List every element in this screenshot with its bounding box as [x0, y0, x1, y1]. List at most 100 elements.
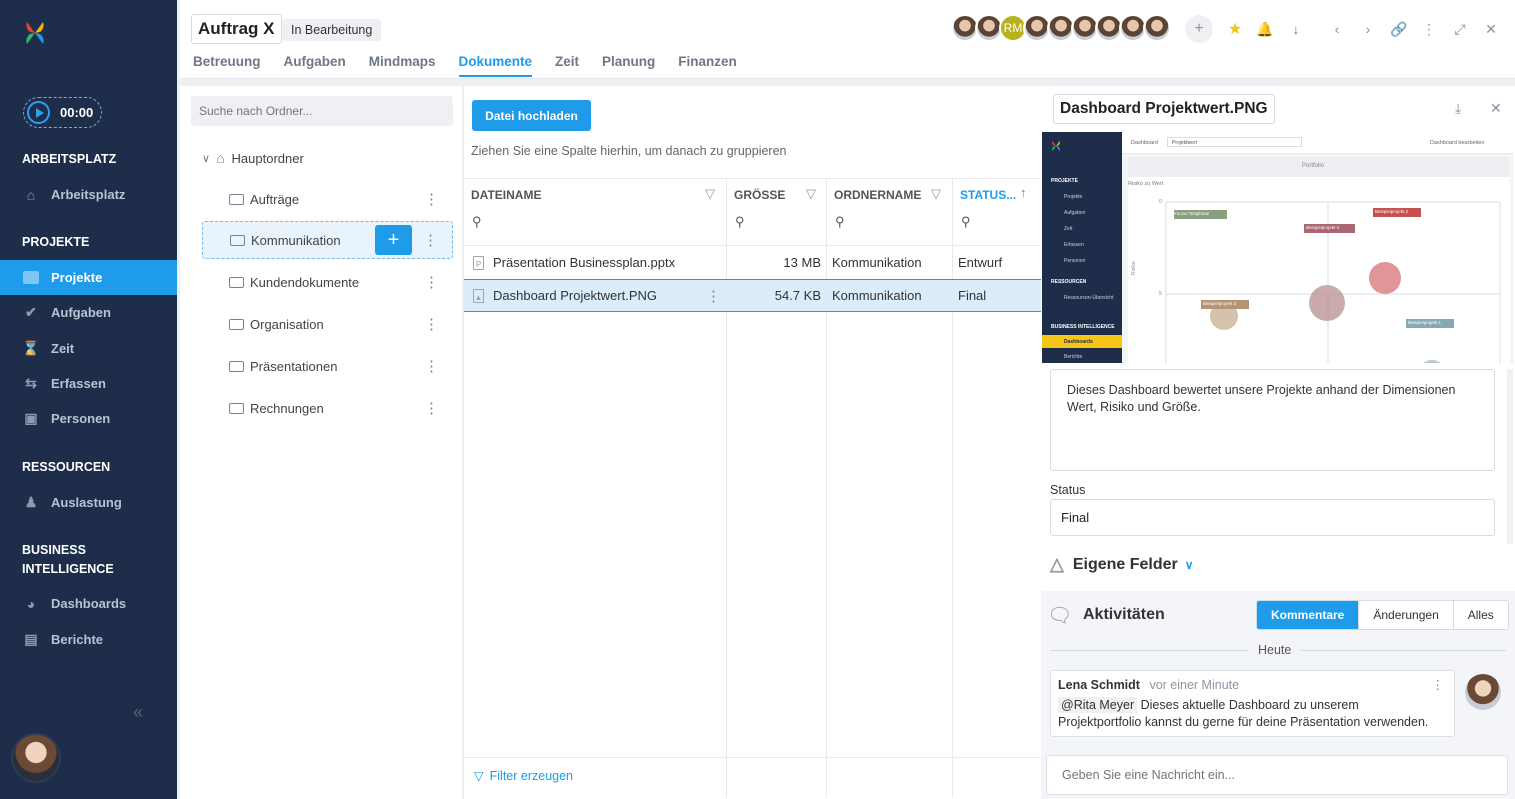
sort-ascending-icon[interactable]: ↑ — [1020, 185, 1027, 200]
column-header-groesse[interactable]: GRÖSSE — [734, 181, 785, 209]
sidebar-item-zeit[interactable]: ⌛ Zeit — [0, 331, 177, 366]
tab-planung[interactable]: Planung — [602, 54, 655, 77]
app-logo-icon[interactable] — [24, 20, 46, 46]
avatar[interactable] — [1465, 674, 1501, 710]
search-icon[interactable]: ⚲ — [961, 214, 971, 230]
custom-fields-toggle[interactable]: △ Eigene Felder ∨ — [1050, 554, 1194, 575]
sidebar-item-auslastung[interactable]: ♟ Auslastung — [0, 485, 177, 520]
folder-label: Kundendokumente — [250, 274, 360, 290]
root-folder[interactable]: ∨ ⌂ Hauptordner — [202, 150, 304, 166]
user-avatar[interactable] — [11, 733, 61, 783]
document-description[interactable]: Dieses Dashboard bewertet unsere Projekt… — [1050, 369, 1495, 471]
sidebar-item-label: Auslastung — [51, 495, 122, 510]
folder-icon — [229, 360, 244, 372]
play-icon[interactable] — [27, 101, 50, 124]
more-vertical-icon[interactable]: ⋮ — [1432, 677, 1445, 694]
member-avatars[interactable]: RM — [951, 14, 1171, 42]
pptx-file-icon: P — [473, 255, 484, 270]
tab-kommentare[interactable]: Kommentare — [1257, 601, 1359, 629]
more-vertical-icon[interactable]: ⋮ — [424, 359, 439, 374]
folder-item-auftraege[interactable]: Aufträge ⋮ — [202, 180, 453, 218]
time-tracker[interactable]: 00:00 — [23, 97, 102, 128]
preview-nav-item: Zeit — [1064, 226, 1073, 232]
folder-item-praesentationen[interactable]: Präsentationen ⋮ — [202, 347, 453, 385]
message-input[interactable] — [1046, 755, 1508, 795]
chevron-down-icon[interactable]: ∨ — [202, 152, 210, 165]
search-icon[interactable]: ⚲ — [735, 214, 745, 230]
table-row[interactable]: P Präsentation Businessplan.pptx — [473, 246, 675, 279]
tab-mindmaps[interactable]: Mindmaps — [369, 54, 436, 77]
sidebar-item-aufgaben[interactable]: ✔ Aufgaben — [0, 295, 177, 330]
comment-author[interactable]: Lena Schmidt — [1058, 678, 1140, 692]
more-vertical-icon[interactable]: ⋮ — [1415, 15, 1443, 43]
add-subfolder-button[interactable]: + — [375, 225, 412, 255]
folder-item-kundendokumente[interactable]: Kundendokumente ⋮ — [202, 263, 453, 301]
folder-icon — [22, 270, 40, 286]
tab-finanzen[interactable]: Finanzen — [678, 54, 737, 77]
close-icon[interactable]: ✕ — [1477, 15, 1505, 43]
group-drop-zone[interactable]: Ziehen Sie eine Spalte hierhin, um danac… — [471, 144, 787, 158]
scrollbar[interactable] — [1507, 369, 1513, 544]
status-field[interactable]: Final — [1050, 499, 1495, 536]
collapse-icon[interactable]: ⤢ — [1446, 15, 1474, 43]
more-vertical-icon[interactable]: ⋮ — [424, 275, 439, 290]
table-row[interactable]: ▲ Dashboard Projektwert.PNG — [473, 279, 657, 312]
more-vertical-icon[interactable]: ⋮ — [706, 287, 721, 305]
folder-item-organisation[interactable]: Organisation ⋮ — [202, 305, 453, 343]
file-status: Final — [958, 288, 987, 303]
sidebar-item-dashboards[interactable]: ◕ Dashboards — [0, 586, 177, 621]
tab-aufgaben[interactable]: Aufgaben — [284, 54, 346, 77]
sidebar-item-personen[interactable]: ▣ Personen — [0, 401, 177, 436]
collapse-sidebar-icon[interactable]: « — [133, 702, 143, 723]
document-title[interactable]: Dashboard Projektwert.PNG — [1053, 94, 1275, 124]
column-header-dateiname[interactable]: DATEINAME — [471, 181, 541, 209]
search-icon[interactable]: ⚲ — [472, 214, 482, 230]
transfer-icon: ⇆ — [25, 375, 37, 391]
more-vertical-icon[interactable]: ⋮ — [424, 192, 439, 207]
image-preview[interactable]: PROJEKTE Projekte Aufgaben Zeit Erfassen… — [1042, 132, 1514, 363]
upload-file-button[interactable]: Datei hochladen — [472, 100, 591, 131]
folder-item-kommunikation[interactable]: Kommunikation + ⋮ — [202, 221, 453, 259]
chevron-left-icon[interactable]: ‹ — [1323, 15, 1351, 43]
column-header-status[interactable]: STATUS... — [960, 181, 1016, 209]
more-vertical-icon[interactable]: ⋮ — [424, 317, 439, 332]
avatar[interactable] — [1143, 14, 1171, 42]
tab-aenderungen[interactable]: Änderungen — [1358, 601, 1453, 629]
search-icon[interactable]: ⚲ — [835, 214, 845, 230]
add-member-icon[interactable]: + — [1185, 15, 1213, 43]
preview-axis-tick: 0 — [1159, 199, 1162, 205]
filter-icon[interactable]: ▽ — [806, 186, 816, 202]
comment-card[interactable]: Lena Schmidt vor einer Minute @Rita Meye… — [1050, 670, 1455, 737]
project-title[interactable]: Auftrag X — [191, 14, 282, 44]
more-vertical-icon[interactable]: ⋮ — [423, 233, 438, 248]
tab-betreuung[interactable]: Betreuung — [193, 54, 261, 77]
folder-search-input[interactable] — [191, 96, 453, 126]
link-icon[interactable]: 🔗 — [1385, 15, 1413, 43]
tab-dokumente[interactable]: Dokumente — [458, 54, 533, 77]
sidebar-item-projekte[interactable]: Projekte — [0, 260, 177, 295]
sidebar-item-arbeitsplatz[interactable]: ⌂ Arbeitsplatz — [0, 177, 177, 212]
preview-nav-item: Aufgaben — [1064, 210, 1086, 216]
tab-zeit[interactable]: Zeit — [555, 54, 579, 77]
timer-value: 00:00 — [60, 105, 94, 120]
sidebar-item-label: Erfassen — [51, 376, 106, 391]
filter-icon[interactable]: ▽ — [931, 186, 941, 202]
mention[interactable]: @Rita Meyer — [1058, 697, 1138, 713]
create-filter-link[interactable]: ▽ Filter erzeugen — [474, 768, 573, 784]
arrow-down-icon[interactable]: ↓ — [1282, 15, 1310, 43]
filter-icon[interactable]: ▽ — [705, 186, 715, 202]
close-icon[interactable]: ✕ — [1490, 100, 1502, 117]
column-header-ordnername[interactable]: ORDNERNAME — [834, 181, 921, 209]
chevron-right-icon[interactable]: › — [1354, 15, 1382, 43]
folder-item-rechnungen[interactable]: Rechnungen ⋮ — [202, 389, 453, 427]
tab-alles[interactable]: Alles — [1452, 601, 1508, 629]
bell-icon[interactable]: 🔔 — [1251, 15, 1279, 43]
folder-icon — [229, 402, 244, 414]
sidebar-item-erfassen[interactable]: ⇆ Erfassen — [0, 366, 177, 401]
star-icon[interactable]: ★ — [1221, 15, 1249, 43]
sidebar-item-berichte[interactable]: ▤ Berichte — [0, 622, 177, 657]
status-badge[interactable]: In Bearbeitung — [282, 19, 382, 41]
more-vertical-icon[interactable]: ⋮ — [424, 401, 439, 416]
status-label: Status — [1050, 483, 1086, 497]
download-icon[interactable]: ⤓ — [1455, 100, 1461, 117]
